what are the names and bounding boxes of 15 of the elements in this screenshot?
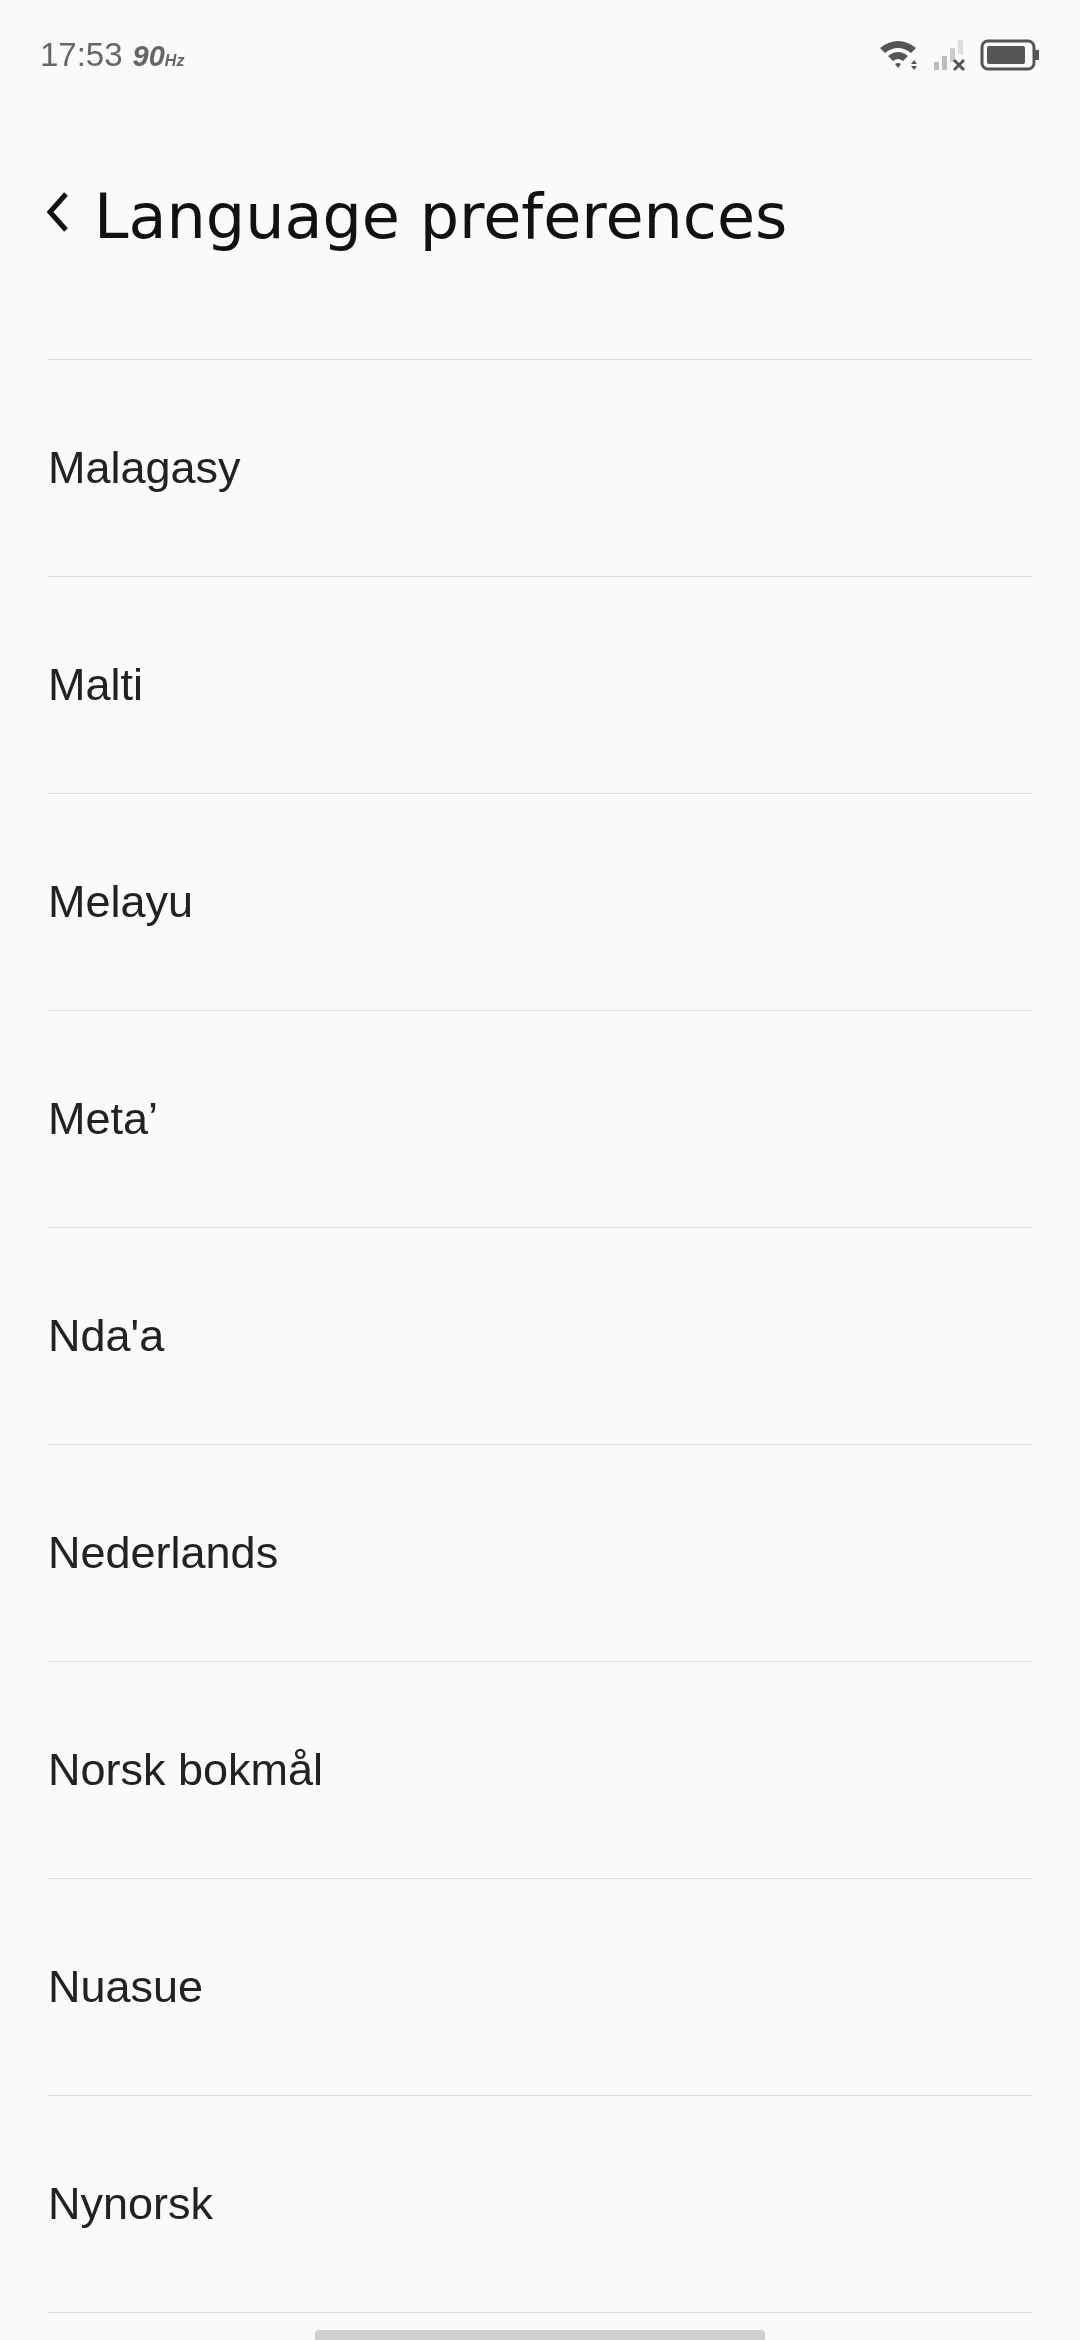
language-item[interactable]: Nederlands [48,1445,1032,1662]
language-item[interactable]: Nuasue [48,1879,1032,2096]
language-item[interactable]: Malti [48,577,1032,794]
language-item[interactable]: Meta’ [48,1011,1032,1228]
wifi-icon [878,38,920,72]
signal-icon [932,38,968,72]
language-item[interactable]: Nda'a [48,1228,1032,1445]
language-item[interactable]: Melayu [48,794,1032,1011]
language-item[interactable]: Norsk bokmål [48,1662,1032,1879]
language-item[interactable]: Malagasy [48,360,1032,577]
page-title: Language preferences [94,179,788,255]
language-item[interactable]: Nynorsk [48,2096,1032,2313]
status-time: 17:53 [40,35,123,76]
battery-icon [980,38,1040,72]
refresh-rate: 90Hz [132,39,185,75]
